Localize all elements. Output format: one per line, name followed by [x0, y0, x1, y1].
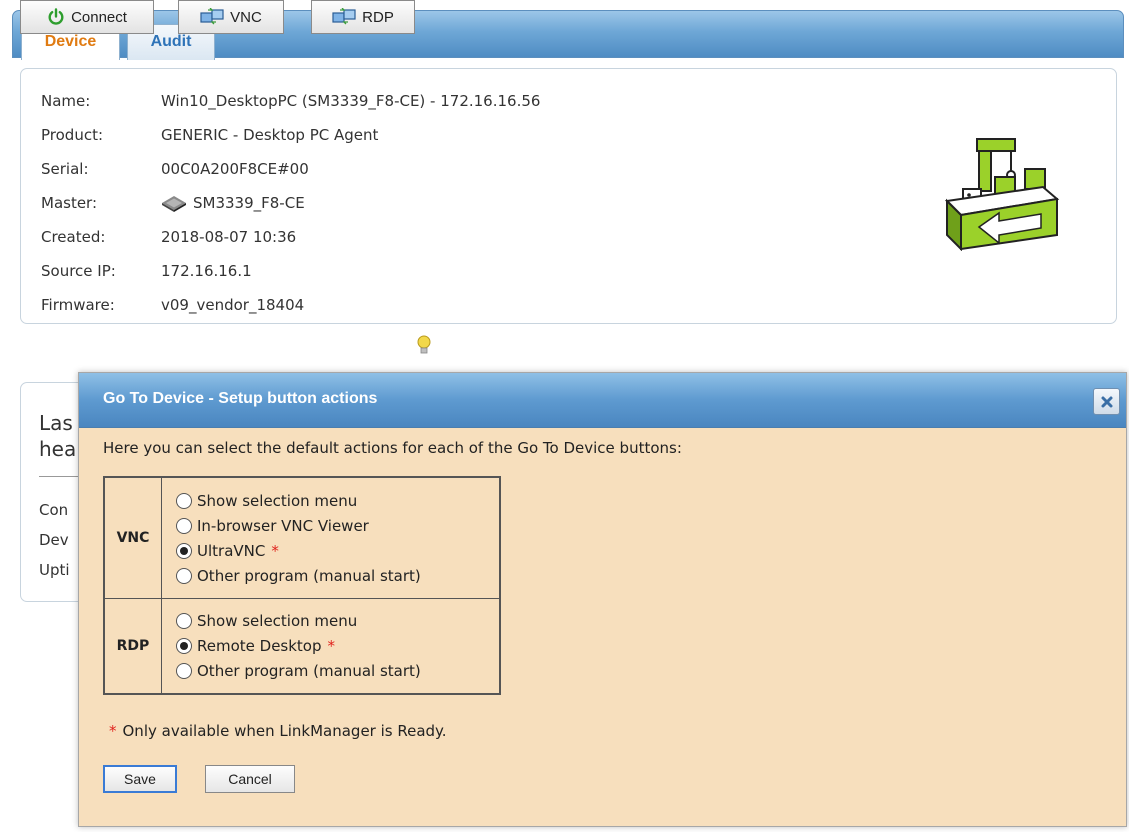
option-label: Other program (manual start): [197, 566, 421, 585]
radio-button[interactable]: [176, 517, 192, 534]
vnc-group-label: VNC: [103, 476, 162, 599]
radio-button[interactable]: [176, 663, 192, 679]
master-text: SM3339_F8-CE: [193, 194, 305, 212]
bg-heading-line2: hea: [39, 437, 77, 461]
close-button[interactable]: [1093, 388, 1120, 415]
cancel-button[interactable]: Cancel: [205, 765, 295, 793]
save-button[interactable]: Save: [103, 765, 177, 793]
rdp-group-label: RDP: [103, 598, 162, 695]
serial-label: Serial:: [41, 160, 89, 178]
radio-button[interactable]: [176, 492, 192, 509]
connect-button[interactable]: Connect: [20, 0, 154, 34]
vnc-choices: Show selection menu In-browser VNC Viewe…: [161, 476, 500, 599]
rdp-option-show-selection-menu[interactable]: Show selection menu: [176, 609, 499, 634]
radio-button-selected[interactable]: [176, 638, 192, 654]
vnc-option-other-program[interactable]: Other program (manual start): [176, 563, 499, 588]
connect-label: Connect: [71, 8, 127, 26]
close-icon: [1101, 396, 1112, 407]
required-star: *: [271, 541, 279, 560]
bg-row-2: Dev: [39, 531, 69, 549]
rdp-group-row: RDP Show selection menu Remote Desktop *…: [103, 598, 500, 695]
option-label: UltraVNC: [197, 541, 266, 560]
vnc-option-show-selection-menu[interactable]: Show selection menu: [176, 488, 499, 513]
lightbulb-icon[interactable]: [416, 334, 432, 356]
vnc-group-row: VNC Show selection menu In-browser VNC V…: [103, 476, 500, 599]
option-label: Other program (manual start): [197, 662, 421, 680]
conveyor-belt-icon: [944, 138, 1060, 251]
rdp-label: RDP: [362, 8, 394, 26]
footnote-star: *: [109, 722, 117, 740]
created-value: 2018-08-07 10:36: [161, 228, 297, 246]
name-value: Win10_DesktopPC (SM3339_F8-CE) - 172.16.…: [161, 92, 541, 110]
option-label: In-browser VNC Viewer: [197, 516, 369, 535]
power-icon: [48, 8, 64, 25]
vnc-button[interactable]: VNC: [178, 0, 284, 34]
dialog-intro-text: Here you can select the default actions …: [103, 439, 682, 457]
created-label: Created:: [41, 228, 106, 246]
option-label: Remote Desktop: [197, 637, 322, 655]
radio-button[interactable]: [176, 567, 192, 584]
option-label: Show selection menu: [197, 491, 358, 510]
firmware-label: Firmware:: [41, 296, 115, 314]
setup-button-actions-dialog: Go To Device - Setup button actions Here…: [78, 372, 1127, 827]
product-value: GENERIC - Desktop PC Agent: [161, 126, 379, 144]
required-star: *: [327, 637, 336, 655]
source-ip-label: Source IP:: [41, 262, 116, 280]
remote-screens-icon: [332, 8, 356, 25]
dialog-title: Go To Device - Setup button actions: [103, 390, 378, 407]
rdp-option-remote-desktop[interactable]: Remote Desktop *: [176, 634, 499, 659]
rdp-choices: Show selection menu Remote Desktop * Oth…: [161, 598, 500, 695]
product-label: Product:: [41, 126, 104, 144]
radio-button-selected[interactable]: [176, 542, 192, 559]
rdp-button[interactable]: RDP: [311, 0, 415, 34]
master-value[interactable]: SM3339_F8-CE: [161, 191, 305, 215]
radio-button[interactable]: [176, 613, 192, 629]
footnote: * Only available when LinkManager is Read…: [109, 722, 447, 740]
dialog-header: Go To Device - Setup button actions: [79, 373, 1126, 428]
options-table: VNC Show selection menu In-browser VNC V…: [103, 476, 501, 695]
firmware-value: v09_vendor_18404: [161, 296, 305, 314]
serial-value: 00C0A200F8CE#00: [161, 160, 309, 178]
name-label: Name:: [41, 92, 91, 110]
bg-row-3: Upti: [39, 561, 70, 579]
device-info-panel: Name: Win10_DesktopPC (SM3339_F8-CE) - 1…: [20, 68, 1117, 324]
device-chip-icon: [162, 196, 186, 212]
bg-heading-line1: Las: [39, 411, 73, 435]
remote-screens-icon: [200, 8, 224, 25]
option-label: Show selection menu: [197, 612, 358, 630]
vnc-option-ultravnc[interactable]: UltraVNC *: [176, 538, 499, 563]
footnote-text: Only available when LinkManager is Ready…: [122, 722, 447, 740]
vnc-label: VNC: [230, 8, 262, 26]
rdp-option-other-program[interactable]: Other program (manual start): [176, 659, 499, 684]
master-label: Master:: [41, 194, 98, 212]
bg-row-1: Con: [39, 501, 69, 519]
source-ip-value: 172.16.16.1: [161, 262, 252, 280]
vnc-option-in-browser-viewer[interactable]: In-browser VNC Viewer: [176, 513, 499, 538]
